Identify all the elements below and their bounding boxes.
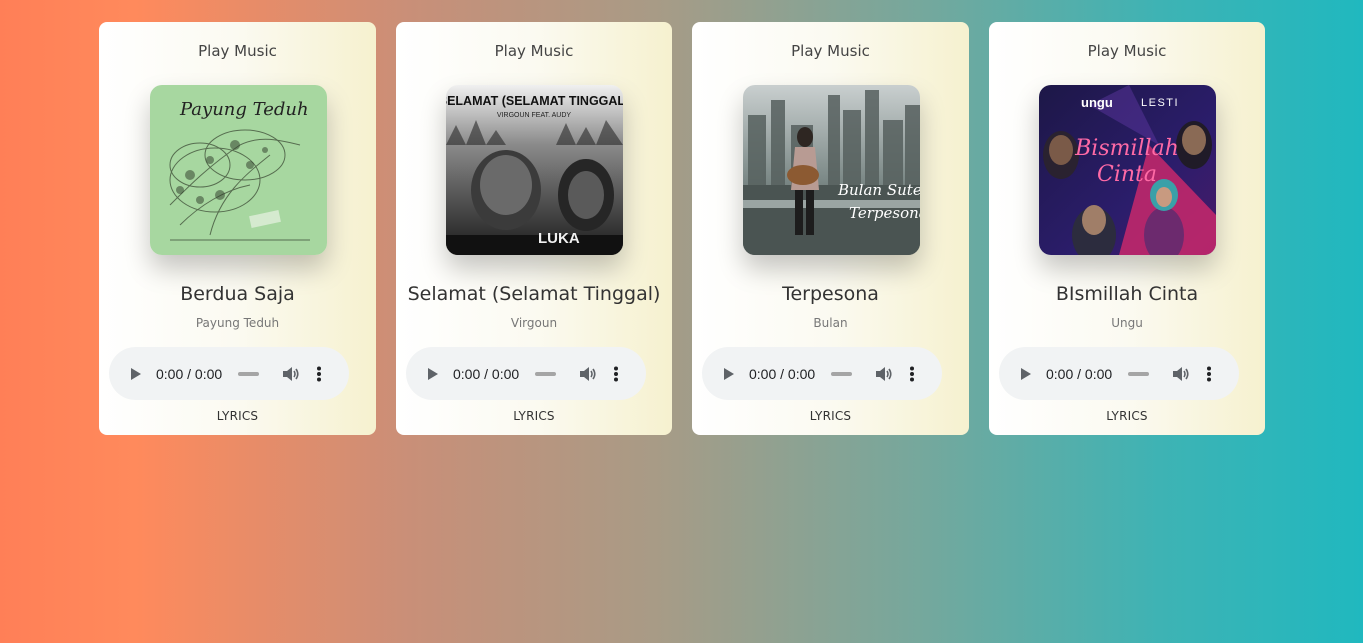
audio-player[interactable]: 0:00 / 0:00 (109, 347, 349, 400)
cover-artist-name: LESTI (1141, 97, 1179, 109)
album-cover-art: Bulan Sutena Terpesona (742, 85, 920, 255)
play-icon[interactable] (129, 367, 143, 381)
album-cover: ungu LESTI Bismillah Cinta (1039, 85, 1216, 255)
song-artist: Bulan (813, 316, 848, 330)
card-heading: Play Music (494, 42, 574, 60)
play-icon[interactable] (426, 367, 440, 381)
cover-text: SELAMAT (SELAMAT TINGGAL) (446, 94, 623, 108)
more-vertical-icon[interactable] (316, 366, 322, 382)
song-artist: Ungu (1111, 316, 1143, 330)
audio-time: 0:00 / 0:00 (453, 365, 520, 382)
lyrics-link[interactable]: LYRICS (989, 409, 1265, 423)
song-title: BIsmillah Cinta (1055, 283, 1199, 305)
lyrics-link[interactable]: LYRICS (692, 409, 969, 423)
card-heading: Play Music (791, 42, 870, 60)
card-heading: Play Music (1087, 42, 1167, 60)
cover-subtext: Terpesona (849, 204, 920, 222)
album-cover-art: Payung Teduh (149, 85, 327, 255)
audio-player[interactable]: 0:00 / 0:00 (702, 347, 942, 400)
audio-player[interactable]: 0:00 / 0:00 (999, 347, 1239, 400)
play-icon[interactable] (1019, 367, 1033, 381)
music-card: Play Music ungu LESTI Bismillah Cinta BI… (989, 22, 1265, 435)
song-title: Selamat (Selamat Tinggal) (407, 283, 661, 305)
music-card-list: Play Music Payung Teduh Berdua Saja Payu… (99, 22, 1265, 435)
cover-text: Payung Teduh (179, 99, 309, 120)
music-card: Play Music Bulan Sut Terpesona Terpesona… (692, 22, 969, 435)
song-title: Berdua Saja (180, 283, 295, 305)
music-card: Play Music SELAMAT (SELAMAT TINGGAL) VIR… (396, 22, 672, 435)
audio-progress-bar[interactable] (1128, 371, 1150, 376)
lyrics-link[interactable]: LYRICS (396, 409, 672, 423)
volume-icon[interactable] (579, 366, 597, 382)
audio-progress-bar[interactable] (831, 371, 853, 376)
album-cover: Payung Teduh (149, 85, 327, 255)
audio-time: 0:00 / 0:00 (1046, 365, 1113, 382)
card-heading: Play Music (198, 42, 277, 60)
cover-logo: ungu (1081, 95, 1113, 110)
more-vertical-icon[interactable] (909, 366, 915, 382)
more-vertical-icon[interactable] (1206, 366, 1212, 382)
song-title: Terpesona (782, 283, 879, 305)
cover-text: Bulan Sutena (837, 181, 920, 199)
song-artist: Virgoun (510, 316, 558, 330)
audio-time: 0:00 / 0:00 (156, 365, 223, 382)
cover-badge: LUKA (538, 230, 580, 247)
volume-icon[interactable] (282, 366, 300, 382)
play-icon[interactable] (722, 367, 736, 381)
album-cover: SELAMAT (SELAMAT TINGGAL) VIRGOUN FEAT. … (446, 85, 623, 255)
cover-subtext: Cinta (1097, 162, 1157, 187)
cover-subtext: VIRGOUN FEAT. AUDY (497, 112, 571, 119)
audio-progress-bar[interactable] (535, 371, 557, 376)
volume-icon[interactable] (875, 366, 893, 382)
song-artist: Payung Teduh (195, 316, 280, 330)
album-cover: Bulan Sutena Terpesona (742, 85, 920, 255)
album-cover-art: ungu LESTI Bismillah Cinta (1039, 85, 1216, 255)
volume-icon[interactable] (1172, 366, 1190, 382)
audio-time: 0:00 / 0:00 (749, 365, 816, 382)
audio-player[interactable]: 0:00 / 0:00 (406, 347, 646, 400)
music-card: Play Music Payung Teduh Berdua Saja Payu… (99, 22, 376, 435)
cover-text: Bismillah (1074, 136, 1179, 161)
lyrics-link[interactable]: LYRICS (99, 409, 376, 423)
audio-progress-bar[interactable] (238, 371, 260, 376)
album-cover-art: SELAMAT (SELAMAT TINGGAL) VIRGOUN FEAT. … (446, 85, 623, 255)
more-vertical-icon[interactable] (613, 366, 619, 382)
